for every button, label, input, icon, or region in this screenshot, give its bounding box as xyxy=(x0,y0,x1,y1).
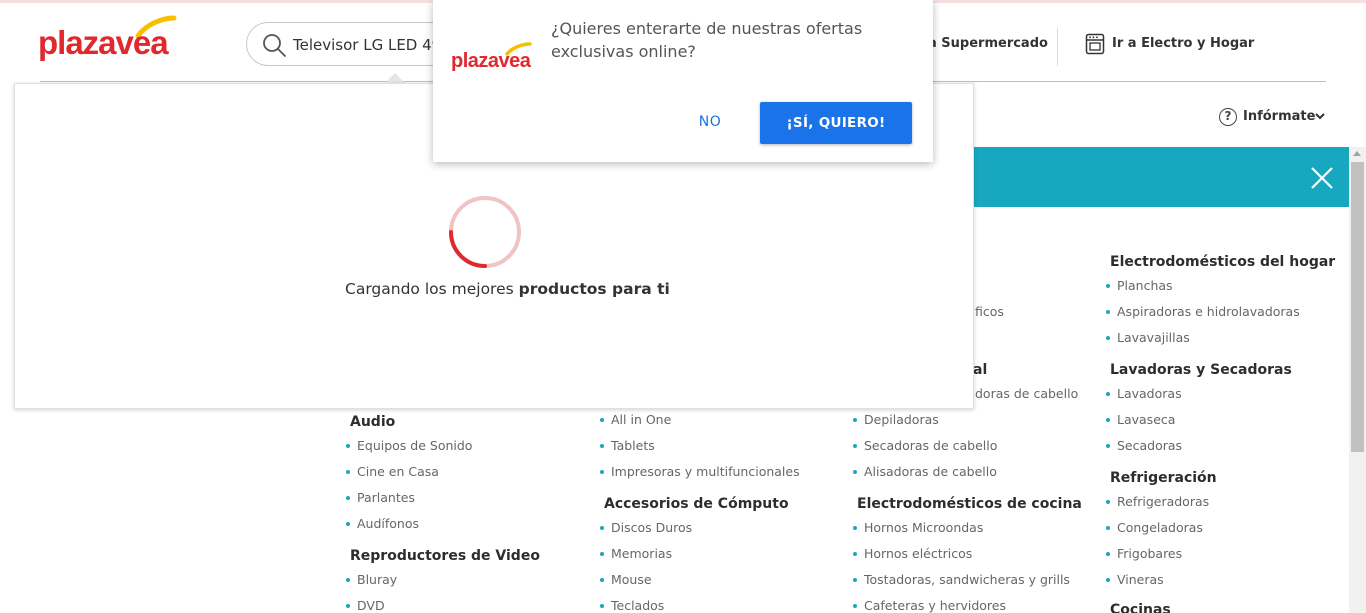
menu-item[interactable]: Memorias xyxy=(599,546,672,561)
informate-label: Infórmate xyxy=(1243,109,1316,124)
menu-item[interactable]: Lavavajillas xyxy=(1106,330,1190,345)
menu-item-partial[interactable]: ficos xyxy=(964,304,1004,319)
category-audio[interactable]: Audio xyxy=(350,414,395,430)
menu-item[interactable]: Impresoras y multifuncionales xyxy=(600,464,800,479)
menu-item[interactable]: Aspiradoras e hidrolavadoras xyxy=(1106,304,1300,319)
menu-item[interactable]: Lavaseca xyxy=(1105,412,1175,427)
menu-item[interactable]: Alisadoras de cabello xyxy=(853,464,997,479)
notification-popup: plazavea ¿Quieres enterarte de nuestras … xyxy=(433,0,933,162)
appliance-icon xyxy=(1085,33,1105,59)
menu-item[interactable]: Cine en Casa xyxy=(346,464,439,479)
menu-item[interactable]: Congeladoras xyxy=(1106,520,1203,535)
menu-item[interactable]: Audífonos xyxy=(345,516,419,531)
menu-item[interactable]: Discos Duros xyxy=(599,520,692,535)
search-icon xyxy=(263,34,286,57)
menu-item[interactable]: All in One xyxy=(599,412,671,427)
menu-item[interactable]: Hornos Microondas xyxy=(852,520,983,535)
header-divider xyxy=(1057,28,1058,66)
svg-text:plazavea: plazavea xyxy=(38,24,169,61)
svg-text:plazavea: plazavea xyxy=(451,50,532,72)
menu-item[interactable]: Teclados xyxy=(599,598,664,613)
menu-item[interactable]: Secadoras de cabello xyxy=(852,438,997,453)
menu-item[interactable]: DVD xyxy=(346,598,385,613)
chevron-down-icon xyxy=(1315,113,1325,120)
category-video[interactable]: Reproductores de Video xyxy=(350,548,540,564)
no-button[interactable]: NO xyxy=(679,102,741,142)
menu-item[interactable]: Cafeteras y hervidores xyxy=(853,598,1006,613)
menu-item[interactable]: Bluray xyxy=(345,572,397,587)
category-hogar[interactable]: Electrodomésticos del hogar xyxy=(1110,254,1335,270)
menu-item[interactable]: Parlantes xyxy=(346,490,415,505)
category-accesorios[interactable]: Accesorios de Cómputo xyxy=(604,496,789,512)
category-lavadoras[interactable]: Lavadoras y Secadoras xyxy=(1110,362,1292,378)
menu-item[interactable]: Refrigeradoras xyxy=(1105,494,1209,509)
plazavea-logo[interactable]: plazavea xyxy=(38,14,180,70)
scroll-up-arrow-icon[interactable] xyxy=(1353,151,1361,156)
menu-item[interactable]: Mouse xyxy=(600,572,652,587)
plazavea-popup-logo: plazavea xyxy=(451,42,532,72)
yes-button[interactable]: ¡SÍ, QUIERO! xyxy=(760,102,912,144)
link-supermercado[interactable]: a Supermercado xyxy=(928,36,1048,51)
menu-item[interactable]: Equipos de Sonido xyxy=(345,438,472,453)
menu-item[interactable]: Depiladoras xyxy=(853,412,939,427)
menu-item[interactable]: Hornos eléctricos xyxy=(852,546,972,561)
menu-item[interactable]: Secadoras xyxy=(1105,438,1182,453)
menu-item[interactable]: Tostadoras, sandwicheras y grills xyxy=(853,572,1070,587)
popup-message: ¿Quieres enterarte de nuestras ofertas e… xyxy=(551,19,863,61)
menu-item[interactable]: Vineras xyxy=(1106,572,1164,587)
link-electro-hogar[interactable]: Ir a Electro y Hogar xyxy=(1112,36,1254,51)
scrollbar-thumb[interactable] xyxy=(1351,162,1364,452)
category-refrigeracion[interactable]: Refrigeración xyxy=(1110,470,1217,486)
menu-item-partial[interactable]: doras de cabello xyxy=(963,386,1078,401)
category-cocina[interactable]: Electrodomésticos de cocina xyxy=(857,496,1082,512)
category-cocinas[interactable]: Cocinas xyxy=(1110,602,1171,613)
menu-item[interactable]: Frigobares xyxy=(1105,546,1182,561)
loading-spinner-icon xyxy=(449,196,521,268)
search-value: Televisor LG LED 49 xyxy=(293,36,442,54)
loading-message: Cargando los mejores productos para ti xyxy=(345,280,670,298)
menu-header-band xyxy=(973,147,1349,207)
menu-item[interactable]: Planchas xyxy=(1106,278,1173,293)
close-icon[interactable] xyxy=(1309,165,1335,191)
help-icon: ? xyxy=(1219,108,1237,126)
menu-item[interactable]: Tablets xyxy=(600,438,655,453)
category-partial[interactable]: al xyxy=(973,362,987,378)
menu-item[interactable]: Lavadoras xyxy=(1106,386,1182,401)
